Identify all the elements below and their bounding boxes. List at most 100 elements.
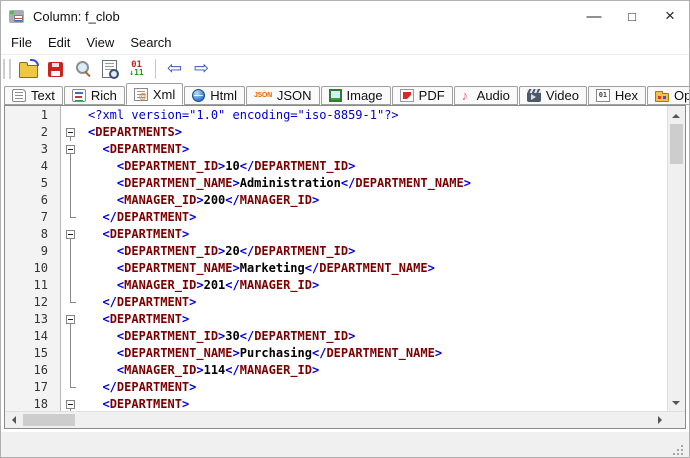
xml-tag-name: DEPARTMENT_NAME [124,176,233,190]
code-line[interactable]: <MANAGER_ID>114</MANAGER_ID> [88,362,667,379]
title-bar: Column: f_clob — □ × [1,1,689,31]
tab-html[interactable]: Html [184,86,245,105]
tab-label: Rich [90,88,117,103]
fold-collapse-toggle[interactable] [61,226,82,243]
tab-label: Html [210,88,237,103]
fold-margin[interactable] [61,106,82,411]
line-number: 13 [33,312,48,326]
fold-collapse-toggle[interactable] [61,124,82,141]
xml-tag-name: MANAGER_ID [124,363,197,377]
xml-declaration: <?xml version="1.0" encoding="iso-8859-1… [88,108,399,122]
code-line[interactable]: <DEPARTMENT_ID>30</DEPARTMENT_ID> [88,328,667,345]
line-number: 4 [40,159,48,173]
resize-grip[interactable] [681,453,683,455]
line-number: 10 [33,261,48,275]
toolbar-grip-2[interactable] [9,59,12,79]
scroll-left-icon[interactable] [5,412,22,428]
xml-bracket: > [427,261,435,275]
tab-label: PDF [418,88,445,103]
xml-text-value: 30 [225,329,240,343]
toolbar: 01 ↓11 ⇦ ⇨ [1,54,689,83]
fold-collapse-toggle[interactable] [61,141,82,158]
xml-bracket: > [189,295,197,309]
tab-open-with[interactable]: Open With [647,86,689,105]
horizontal-scrollbar[interactable] [5,412,668,428]
code-line[interactable]: <DEPARTMENT> [88,396,667,411]
tab-image[interactable]: Image [320,86,391,105]
code-line[interactable]: <MANAGER_ID>200</MANAGER_ID> [88,192,667,209]
line-number: 8 [40,227,48,241]
tab-text[interactable]: Text [4,86,63,105]
xml-bracket: </ [225,363,240,377]
arrow-left-icon: ⇦ [166,58,183,79]
code-line[interactable]: </DEPARTMENT> [88,379,667,396]
zoom-button[interactable] [70,57,95,81]
code-line[interactable]: </DEPARTMENT> [88,209,667,226]
goto-position-button[interactable]: 01 ↓11 [124,57,149,81]
forward-button[interactable]: ⇨ [189,57,214,81]
menu-search[interactable]: Search [122,33,179,52]
horizontal-scroll-thumb[interactable] [23,414,75,426]
xml-bracket: > [189,380,197,394]
fold-mark [61,192,82,209]
xml-bracket: </ [88,380,117,394]
line-number: 2 [40,125,48,139]
back-button[interactable]: ⇦ [162,57,187,81]
xml-tag-name: DEPARTMENT [116,210,190,224]
code-line[interactable]: <DEPARTMENT_ID>20</DEPARTMENT_ID> [88,243,667,260]
xml-bracket: < [88,363,125,377]
xml-bracket: > [174,125,182,139]
code-line[interactable]: </DEPARTMENT> [88,294,667,311]
code-line[interactable]: <DEPARTMENT> [88,226,667,243]
code-line[interactable]: <DEPARTMENT_NAME>Administration</DEPARTM… [88,175,667,192]
xml-bracket: </ [311,346,327,360]
code-line[interactable]: <DEPARTMENTS> [88,124,667,141]
code-line[interactable]: <DEPARTMENT_NAME>Purchasing</DEPARTMENT_… [88,345,667,362]
line-number: 1 [40,108,48,122]
code-line[interactable]: <MANAGER_ID>201</MANAGER_ID> [88,277,667,294]
open-file-button[interactable] [16,57,41,81]
fold-collapse-toggle[interactable] [61,396,82,411]
tab-json[interactable]: JSON JSON [245,86,320,105]
vertical-scroll-thumb[interactable] [670,124,683,164]
code-line[interactable]: <DEPARTMENT_NAME>Marketing</DEPARTMENT_N… [88,260,667,277]
code-line[interactable]: <DEPARTMENT> [88,311,667,328]
close-button[interactable]: × [651,1,689,31]
xml-bracket: > [232,176,240,190]
menu-view[interactable]: View [78,33,122,52]
code-line[interactable]: <DEPARTMENT> [88,141,667,158]
line-number: 12 [33,295,48,309]
scroll-right-icon[interactable] [651,412,668,428]
tab-video[interactable]: Video [518,86,587,105]
fold-collapse-toggle[interactable] [61,311,82,328]
fold-mark [61,209,82,226]
xml-bracket: </ [239,244,255,258]
code-line[interactable]: <DEPARTMENT_ID>10</DEPARTMENT_ID> [88,158,667,175]
vertical-scrollbar[interactable] [667,106,685,411]
xml-tag-name: DEPARTMENT [116,380,190,394]
xml-bracket: > [434,346,443,360]
tab-rich[interactable]: Rich [63,86,125,105]
blob-viewer-window: Column: f_clob — □ × File Edit View Search … [0,0,690,458]
scroll-up-icon[interactable] [668,106,685,123]
print-preview-button[interactable] [97,57,122,81]
menu-edit[interactable]: Edit [40,33,78,52]
tab-audio[interactable]: ♪ Audio [453,86,518,105]
tab-hex[interactable]: 01 Hex [587,86,647,105]
maximize-button[interactable]: □ [613,1,651,31]
xml-tag-name: MANAGER_ID [124,278,197,292]
code-line[interactable]: <?xml version="1.0" encoding="iso-8859-1… [88,107,667,124]
save-button[interactable] [43,57,68,81]
xml-tag-name: DEPARTMENTS [95,125,175,139]
tab-label: Text [31,88,55,103]
toolbar-grip[interactable] [3,59,6,79]
xml-tag-name: DEPARTMENT_NAME [326,346,435,360]
tab-xml[interactable]: Xml [125,83,184,105]
fold-mark [61,158,82,175]
minimize-button[interactable]: — [575,1,613,31]
line-number: 5 [40,176,48,190]
tab-pdf[interactable]: PDF [391,86,453,105]
scroll-down-icon[interactable] [668,394,685,411]
code-area[interactable]: <?xml version="1.0" encoding="iso-8859-1… [82,106,667,411]
menu-file[interactable]: File [3,33,40,52]
